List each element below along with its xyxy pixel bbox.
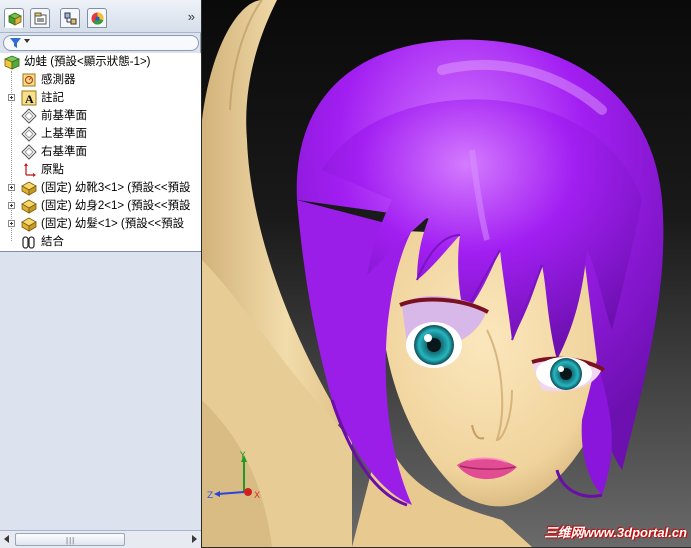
- origin-icon: [24, 163, 36, 177]
- coordinate-triad: Y Z X: [207, 451, 260, 501]
- z-axis-label: Z: [207, 491, 213, 501]
- feature-tree: 幼蛙 (預設<顯示狀態-1>) 感測器 A 註記 前基準面 上基準面 右基準面 …: [0, 53, 201, 252]
- x-axis-label: X: [254, 491, 260, 501]
- watermark-text: 三维网www.3dportal.cn: [544, 525, 687, 540]
- scroll-grip: |||: [66, 536, 76, 545]
- part-icon: [21, 199, 37, 214]
- panel-empty-area: [0, 252, 201, 532]
- tree-item-origin[interactable]: 原點: [0, 161, 201, 179]
- filter-dropdown-arrow[interactable]: [24, 39, 30, 43]
- feature-manager-panel: » 幼蛙 (預設<顯示狀態-1>) 感測器 A 註記 前基準面 上基準面 右基準…: [0, 0, 201, 548]
- plane-icon: [21, 126, 37, 142]
- expand-panel-button[interactable]: »: [188, 9, 195, 24]
- manager-tabs: »: [0, 0, 201, 33]
- tree-item-top-plane[interactable]: 上基準面: [0, 125, 201, 143]
- tree-item-label: (固定) 幼靴3<1> (預設<<預設: [41, 182, 191, 194]
- plane-icon: [21, 144, 37, 160]
- annotation-icon: A: [21, 90, 37, 106]
- tree-item-label: 感測器: [41, 74, 76, 86]
- tree-item-label: (固定) 幼髮<1> (預設<<預設: [41, 218, 185, 230]
- scroll-thumb[interactable]: |||: [15, 533, 125, 546]
- tree-root-label: 幼蛙 (預設<顯示狀態-1>): [24, 56, 151, 68]
- feature-manager-tab[interactable]: [4, 8, 24, 28]
- tree-item-label: 註記: [41, 92, 64, 104]
- tree-item-label: (固定) 幼身2<1> (預設<<預設: [41, 200, 191, 212]
- tree-item-annotations[interactable]: A 註記: [0, 89, 201, 107]
- sensor-icon: [22, 73, 36, 87]
- tree-item-label: 原點: [41, 164, 64, 176]
- tree-item-right-plane[interactable]: 右基準面: [0, 143, 201, 161]
- display-manager-icon: [91, 12, 104, 25]
- expand-toggle[interactable]: [8, 184, 15, 191]
- configuration-manager-tab[interactable]: [60, 8, 80, 28]
- expand-toggle[interactable]: [8, 220, 15, 227]
- tree-item-sensors[interactable]: 感測器: [0, 71, 201, 89]
- mates-icon: [22, 236, 35, 249]
- part-icon: [21, 217, 37, 232]
- property-manager-tab[interactable]: [30, 8, 50, 28]
- display-manager-tab[interactable]: [87, 8, 107, 28]
- graphics-viewport[interactable]: Y Z X 三维网www.3dportal.cn: [202, 0, 691, 547]
- svg-text:A: A: [25, 92, 34, 106]
- model-render: [202, 0, 664, 547]
- scroll-right-arrow[interactable]: [192, 535, 197, 543]
- horizontal-scrollbar[interactable]: |||: [0, 530, 201, 548]
- expand-toggle[interactable]: [8, 94, 15, 101]
- tree-item-front-plane[interactable]: 前基準面: [0, 107, 201, 125]
- assembly-icon: [4, 55, 20, 70]
- plane-icon: [21, 108, 37, 124]
- tree-item-label: 結合: [41, 236, 64, 248]
- tree-item-part-boots[interactable]: (固定) 幼靴3<1> (預設<<預設: [0, 179, 201, 197]
- tree-item-label: 右基準面: [41, 146, 87, 158]
- tree-item-label: 前基準面: [41, 110, 87, 122]
- tree-root-assembly[interactable]: 幼蛙 (預設<顯示狀態-1>): [0, 53, 201, 71]
- tree-item-part-hair[interactable]: (固定) 幼髮<1> (預設<<預設: [0, 215, 201, 233]
- y-axis-label: Y: [239, 451, 246, 461]
- expand-toggle[interactable]: [8, 202, 15, 209]
- z-axis-icon: [217, 491, 245, 495]
- tree-item-part-body[interactable]: (固定) 幼身2<1> (預設<<預設: [0, 197, 201, 215]
- tree-item-label: 上基準面: [41, 128, 87, 140]
- tree-item-mates[interactable]: 結合: [0, 233, 201, 251]
- scroll-left-arrow[interactable]: [4, 535, 9, 543]
- property-manager-icon: [34, 12, 47, 25]
- configuration-manager-icon: [64, 12, 77, 25]
- x-axis-icon: [244, 488, 252, 496]
- filter-icon: [10, 38, 21, 48]
- part-icon: [21, 181, 37, 196]
- feature-manager-icon: [8, 12, 22, 26]
- tree-filter-box[interactable]: [3, 35, 199, 51]
